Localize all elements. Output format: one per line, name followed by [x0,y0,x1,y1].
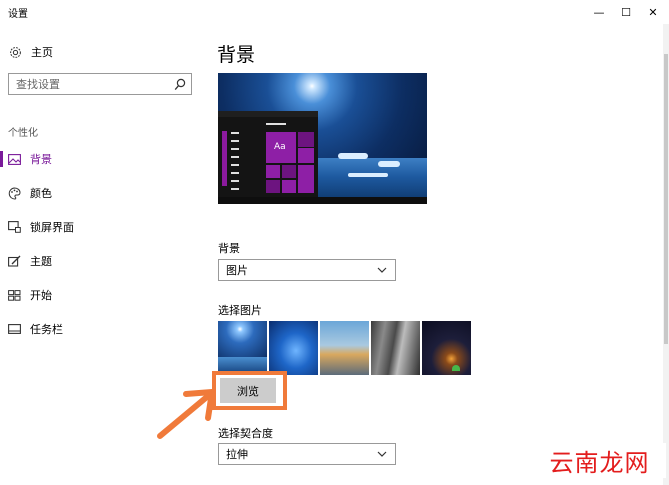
preview-ice [338,153,368,159]
preview-menu-line [231,172,239,174]
preview-taskbar [218,197,427,204]
background-select-value: 图片 [226,264,248,277]
sidebar-item-lock-screen[interactable]: 锁屏界面 [8,218,74,236]
minimize-button[interactable]: — [586,0,612,24]
picture-thumbnail[interactable] [422,321,471,375]
fit-select[interactable]: 拉伸 [218,443,396,465]
picture-thumbnails [218,321,471,375]
preview-tile [298,148,314,163]
picture-thumbnail[interactable] [269,321,318,375]
browse-button[interactable]: 浏览 [220,378,276,403]
preview-menu-line [231,156,239,158]
background-preview: Aa [218,73,427,204]
sidebar-item-themes[interactable]: 主题 [8,252,52,270]
preview-menu-line [231,188,239,190]
preview-menu-line [231,148,239,150]
sidebar-item-label: 锁屏界面 [30,221,74,234]
sidebar-item-label: 主题 [30,255,52,268]
scrollbar-thumb[interactable] [664,54,668,344]
preview-ice [378,161,400,167]
maximize-button[interactable]: ☐ [613,0,639,24]
fit-label: 选择契合度 [218,427,273,440]
lock-screen-icon [8,221,21,234]
sidebar-item-label: 颜色 [30,187,52,200]
background-label: 背景 [218,242,240,255]
preview-tile [298,165,314,193]
start-grid-icon [8,289,21,302]
sidebar-item-label: 开始 [30,289,52,302]
watermark: 云南龙网 [533,443,666,478]
search-icon[interactable] [174,77,186,91]
preview-start-menu: Aa [218,111,318,204]
nav-home-label: 主页 [31,46,53,59]
search-input[interactable] [16,77,166,91]
sidebar-item-background[interactable]: 背景 [0,150,52,168]
scrollbar[interactable] [663,24,669,485]
preview-ice [348,173,388,177]
page-title: 背景 [217,44,256,66]
nav-home[interactable]: 主页 [8,44,53,60]
preview-tile [298,132,314,147]
sidebar-item-start[interactable]: 开始 [8,286,52,304]
preview-start-bar [218,111,318,117]
preview-tile-text: Aa [274,142,286,152]
title-bar: 设置 — ☐ ✕ [0,0,669,24]
preview-menu-line [231,140,239,142]
chevron-down-icon [377,267,387,273]
preview-tile [282,165,296,178]
choose-picture-label: 选择图片 [218,304,262,317]
gear-icon [8,45,22,59]
fit-select-value: 拉伸 [226,448,248,461]
sidebar-item-colors[interactable]: 颜色 [8,184,52,202]
taskbar-icon [8,323,21,336]
section-label: 个性化 [8,128,38,139]
picture-thumbnail[interactable] [320,321,369,375]
picture-thumbnail[interactable] [371,321,420,375]
preview-tile [266,165,280,178]
theme-icon [8,255,21,268]
annotation-arrow-icon [157,389,215,439]
preview-start-rail [222,131,227,186]
preview-tile [266,180,280,193]
sidebar-item-taskbar[interactable]: 任务栏 [8,320,63,338]
window-title: 设置 [8,9,28,20]
search-box[interactable] [8,73,192,95]
close-button[interactable]: ✕ [640,0,666,24]
preview-tiles: Aa [266,132,316,194]
palette-icon [8,186,21,200]
picture-icon [8,153,21,166]
sidebar-item-label: 任务栏 [30,323,63,336]
picture-thumbnail[interactable] [218,321,267,375]
background-select[interactable]: 图片 [218,259,396,281]
preview-tiles-header [266,123,286,125]
preview-tile [282,180,296,193]
sidebar-item-label: 背景 [30,153,52,166]
preview-menu-line [231,132,239,134]
chevron-down-icon [377,451,387,457]
preview-menu-line [231,180,239,182]
preview-menu-line [231,164,239,166]
preview-tile-large: Aa [266,132,296,163]
